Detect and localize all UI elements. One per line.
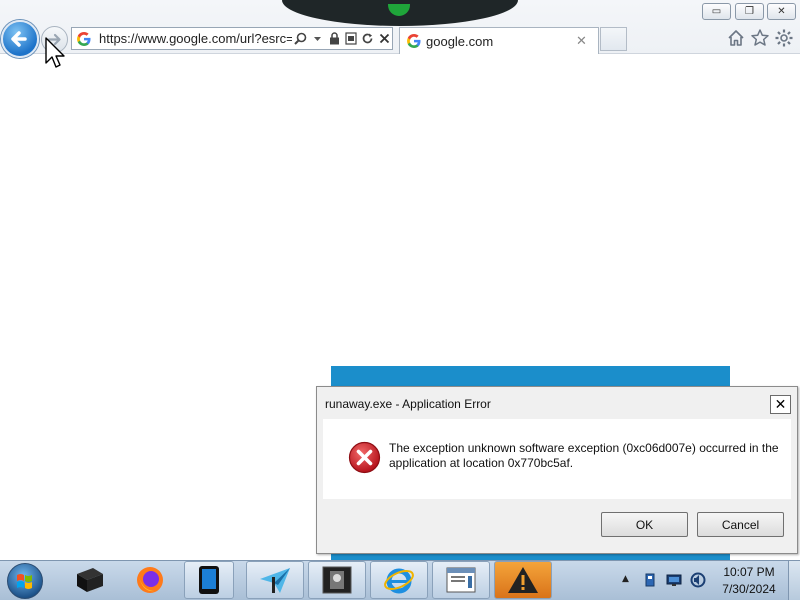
network-icon[interactable] bbox=[666, 572, 682, 588]
internet-explorer-icon bbox=[384, 568, 414, 594]
close-icon: ✕ bbox=[777, 6, 786, 17]
close-icon: ✕ bbox=[774, 396, 787, 413]
start-button[interactable] bbox=[7, 563, 43, 599]
new-tab-button[interactable] bbox=[600, 27, 627, 51]
clock-date[interactable]: 7/30/2024 bbox=[714, 582, 784, 596]
indicator-light bbox=[388, 4, 410, 16]
taskbar-warning-app[interactable] bbox=[494, 561, 552, 599]
restore-button[interactable]: ❐ bbox=[735, 3, 764, 20]
dialog-title: runaway.exe - Application Error bbox=[325, 397, 491, 411]
search-icon[interactable] bbox=[294, 31, 309, 47]
google-g-icon bbox=[77, 31, 91, 46]
taskbar-firefox[interactable] bbox=[122, 561, 178, 599]
dialog-close-button[interactable]: ✕ bbox=[770, 395, 791, 414]
dialog-titlebar[interactable]: runaway.exe - Application Error ✕ bbox=[317, 387, 797, 419]
minimize-button[interactable]: ▭ bbox=[702, 3, 731, 20]
tablet-icon bbox=[199, 566, 219, 594]
taskbar-document-app[interactable] bbox=[432, 561, 490, 599]
minimize-icon: ▭ bbox=[711, 6, 722, 17]
tray-expand-icon[interactable]: ▲ bbox=[622, 574, 629, 584]
taskbar-terminal-app[interactable] bbox=[308, 561, 366, 599]
black-box-icon bbox=[77, 568, 103, 592]
cancel-button[interactable]: Cancel bbox=[697, 512, 784, 537]
lock-icon[interactable] bbox=[327, 31, 342, 47]
warning-icon bbox=[508, 567, 538, 593]
show-desktop-button[interactable] bbox=[788, 561, 800, 600]
taskbar-black-box-app[interactable] bbox=[62, 561, 116, 599]
speaker-icon[interactable] bbox=[690, 572, 706, 588]
chevron-down-icon[interactable] bbox=[310, 31, 325, 47]
stop-icon[interactable] bbox=[377, 31, 392, 47]
home-icon[interactable] bbox=[726, 28, 746, 48]
taskbar-internet-explorer[interactable] bbox=[370, 561, 428, 599]
taskbar-paper-plane-app[interactable] bbox=[246, 561, 304, 599]
dialog-body: The exception unknown software exception… bbox=[323, 419, 791, 499]
window-close-button[interactable]: ✕ bbox=[767, 3, 796, 20]
browser-chrome: ▭ ❐ ✕ https://www.google.com/url?esrc=sl bbox=[0, 0, 800, 58]
tab-close-icon[interactable]: ✕ bbox=[576, 34, 587, 49]
camera-notch bbox=[282, 0, 518, 26]
paper-plane-icon bbox=[260, 568, 290, 593]
gear-icon[interactable] bbox=[774, 28, 794, 48]
terminal-icon bbox=[322, 566, 352, 594]
back-button[interactable] bbox=[1, 20, 39, 58]
page-banner bbox=[331, 366, 730, 386]
mouse-cursor-icon bbox=[45, 37, 65, 68]
document-window-icon bbox=[446, 567, 476, 593]
address-bar[interactable]: https://www.google.com/url?esrc=sl bbox=[71, 27, 393, 50]
tab-title: google.com bbox=[426, 33, 494, 49]
taskbar-tablet-app[interactable] bbox=[184, 561, 234, 599]
windows-logo-icon bbox=[17, 574, 32, 589]
google-g-icon bbox=[407, 34, 421, 48]
application-error-dialog: runaway.exe - Application Error ✕ The ex… bbox=[316, 386, 798, 554]
back-arrow-icon bbox=[11, 31, 27, 47]
error-icon bbox=[348, 441, 381, 474]
clock-time[interactable]: 10:07 PM bbox=[714, 565, 784, 579]
firefox-icon bbox=[137, 567, 163, 593]
error-message: The exception unknown software exception… bbox=[389, 441, 779, 470]
star-icon[interactable] bbox=[750, 28, 770, 48]
usb-device-icon[interactable] bbox=[642, 572, 658, 588]
compatibility-view-icon[interactable] bbox=[344, 31, 359, 47]
refresh-icon[interactable] bbox=[361, 31, 376, 47]
restore-icon: ❐ bbox=[745, 6, 754, 17]
ok-button[interactable]: OK bbox=[601, 512, 688, 537]
tab-google[interactable]: google.com ✕ bbox=[399, 27, 599, 54]
address-url[interactable]: https://www.google.com/url?esrc=sl bbox=[99, 31, 292, 46]
